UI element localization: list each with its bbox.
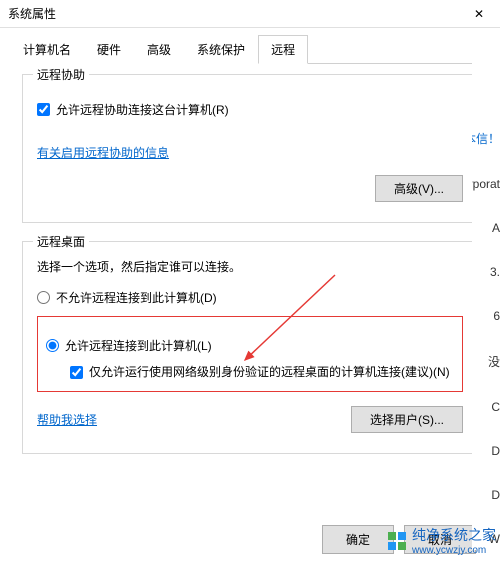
tab-advanced[interactable]: 高级 [134,35,184,64]
bg-fragment: orporat [472,177,500,191]
bg-fragment: 6 [493,309,500,323]
allow-remote-radio[interactable] [46,339,59,352]
tab-system-protection[interactable]: 系统保护 [184,35,258,64]
watermark: 纯净系统之家 www.ycwzjy.com [388,525,496,556]
remote-desktop-title: 远程桌面 [33,233,89,250]
remote-assistance-group: 远程协助 允许远程协助连接这台计算机(R) 有关启用远程协助的信息 高级(V).… [22,74,478,223]
bg-fragment: A [492,221,500,235]
remote-assistance-help-link[interactable]: 有关启用远程协助的信息 [37,144,169,161]
bg-fragment: D [491,488,500,502]
ok-button[interactable]: 确定 [322,525,394,554]
remote-desktop-description: 选择一个选项，然后指定谁可以连接。 [37,258,463,275]
disallow-remote-radio[interactable] [37,291,50,304]
window-title: 系统属性 [8,5,56,22]
content-area: 远程协助 允许远程协助连接这台计算机(R) 有关启用远程协助的信息 高级(V).… [0,64,500,482]
tab-computer-name[interactable]: 计算机名 [10,35,84,64]
title-bar: 系统属性 ✕ [0,0,500,28]
tabs: 计算机名 硬件 高级 系统保护 远程 [10,34,490,64]
allow-remote-assistance-checkbox[interactable] [37,103,50,116]
allow-remote-assistance-label: 允许远程协助连接这台计算机(R) [56,101,229,118]
background-window-fragments: 本信！ orporat A 3. 6 没 C D D W [472,30,500,550]
bg-fragment: 3. [490,265,500,279]
watermark-brand: 纯净系统之家 [412,525,496,545]
select-users-button[interactable]: 选择用户(S)... [351,406,463,433]
bg-fragment: 本信！ [472,130,500,147]
bg-fragment: 没 [488,353,500,370]
bg-fragment: C [491,400,500,414]
advanced-button[interactable]: 高级(V)... [375,175,463,202]
remote-assistance-title: 远程协助 [33,66,89,83]
help-choose-link[interactable]: 帮助我选择 [37,411,97,428]
allow-remote-row[interactable]: 允许远程连接到此计算机(L) [46,337,454,354]
allow-remote-assistance-row[interactable]: 允许远程协助连接这台计算机(R) [37,101,463,118]
annotation-highlight: 允许远程连接到此计算机(L) 仅允许运行使用网络级别身份验证的远程桌面的计算机连… [37,316,463,392]
allow-remote-label: 允许远程连接到此计算机(L) [65,337,212,354]
tab-remote[interactable]: 远程 [258,35,308,64]
watermark-logo-icon [388,532,406,550]
close-icon[interactable]: ✕ [466,5,492,23]
bg-fragment: D [491,444,500,458]
nla-row[interactable]: 仅允许运行使用网络级别身份验证的远程桌面的计算机连接(建议)(N) [70,364,454,381]
remote-desktop-group: 远程桌面 选择一个选项，然后指定谁可以连接。 不允许远程连接到此计算机(D) 允… [22,241,478,454]
nla-checkbox[interactable] [70,366,83,379]
disallow-remote-row[interactable]: 不允许远程连接到此计算机(D) [37,289,463,306]
tab-hardware[interactable]: 硬件 [84,35,134,64]
watermark-url: www.ycwzjy.com [412,545,496,556]
nla-label: 仅允许运行使用网络级别身份验证的远程桌面的计算机连接(建议)(N) [89,364,450,381]
disallow-remote-label: 不允许远程连接到此计算机(D) [56,289,217,306]
